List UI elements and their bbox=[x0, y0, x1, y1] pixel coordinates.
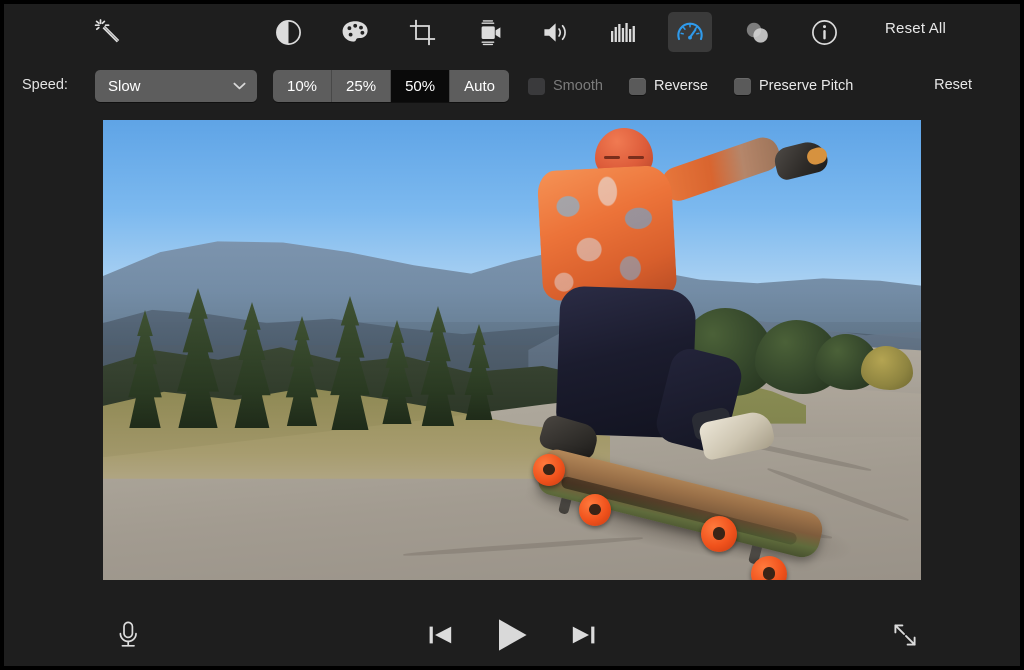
crop-icon[interactable] bbox=[400, 12, 444, 52]
skip-to-end-icon[interactable] bbox=[568, 616, 598, 654]
checkbox-box bbox=[629, 78, 646, 95]
skateboard-wheel bbox=[579, 494, 611, 526]
reset-all-button[interactable]: Reset All bbox=[885, 20, 946, 37]
smooth-label: Smooth bbox=[553, 78, 603, 94]
info-icon[interactable] bbox=[802, 12, 846, 52]
reverse-label: Reverse bbox=[654, 78, 708, 94]
microphone-icon[interactable] bbox=[110, 617, 146, 653]
transport-buttons bbox=[426, 616, 598, 654]
speed-segment-25[interactable]: 25% bbox=[332, 70, 391, 102]
fullscreen-diagonal-arrows-icon[interactable] bbox=[888, 618, 922, 652]
skip-to-start-icon[interactable] bbox=[426, 616, 456, 654]
reverse-checkbox[interactable]: Reverse bbox=[629, 78, 708, 95]
speed-checkbox-group: Smooth Reverse Preserve Pitch bbox=[528, 70, 879, 102]
speed-segment-auto[interactable]: Auto bbox=[450, 70, 509, 102]
speed-preset-value: Slow bbox=[108, 78, 141, 95]
speedometer-icon[interactable] bbox=[668, 12, 712, 52]
speed-percentage-segmented-control: 10% 25% 50% Auto bbox=[273, 70, 509, 102]
checkbox-box bbox=[528, 78, 545, 95]
play-icon[interactable] bbox=[492, 616, 532, 654]
speaker-icon[interactable] bbox=[534, 12, 578, 52]
half-circle-icon[interactable] bbox=[266, 12, 310, 52]
imovie-adjustments-panel: Reset All Speed: Slow 10% 25% 50% Auto S… bbox=[0, 0, 1024, 670]
checkbox-box bbox=[734, 78, 751, 95]
speed-label: Speed: bbox=[22, 77, 68, 93]
speed-reset-button[interactable]: Reset bbox=[934, 77, 972, 93]
preserve-pitch-checkbox[interactable]: Preserve Pitch bbox=[734, 78, 853, 95]
playback-transport-bar bbox=[4, 604, 1020, 666]
adjustment-tool-group bbox=[266, 12, 846, 52]
adjustments-toolbar: Reset All bbox=[4, 4, 1020, 60]
skater-shirt bbox=[537, 165, 678, 302]
speed-segment-50[interactable]: 50% bbox=[391, 70, 450, 102]
skateboard-wheel bbox=[701, 516, 737, 552]
chevron-down-icon bbox=[233, 77, 246, 95]
video-camera-icon[interactable] bbox=[467, 12, 511, 52]
equalizer-bars-icon[interactable] bbox=[601, 12, 645, 52]
smooth-checkbox[interactable]: Smooth bbox=[528, 78, 603, 95]
preserve-pitch-label: Preserve Pitch bbox=[759, 78, 853, 94]
skateboard-wheel bbox=[533, 454, 565, 486]
viewer-stage bbox=[4, 116, 1020, 604]
speed-preset-dropdown[interactable]: Slow bbox=[95, 70, 257, 102]
two-circles-icon[interactable] bbox=[735, 12, 779, 52]
magic-wand-icon[interactable] bbox=[86, 12, 130, 52]
speed-controls-row: Speed: Slow 10% 25% 50% Auto Smooth Reve… bbox=[4, 60, 1020, 116]
palette-icon[interactable] bbox=[333, 12, 377, 52]
video-preview[interactable] bbox=[103, 120, 921, 580]
speed-segment-10[interactable]: 10% bbox=[273, 70, 332, 102]
